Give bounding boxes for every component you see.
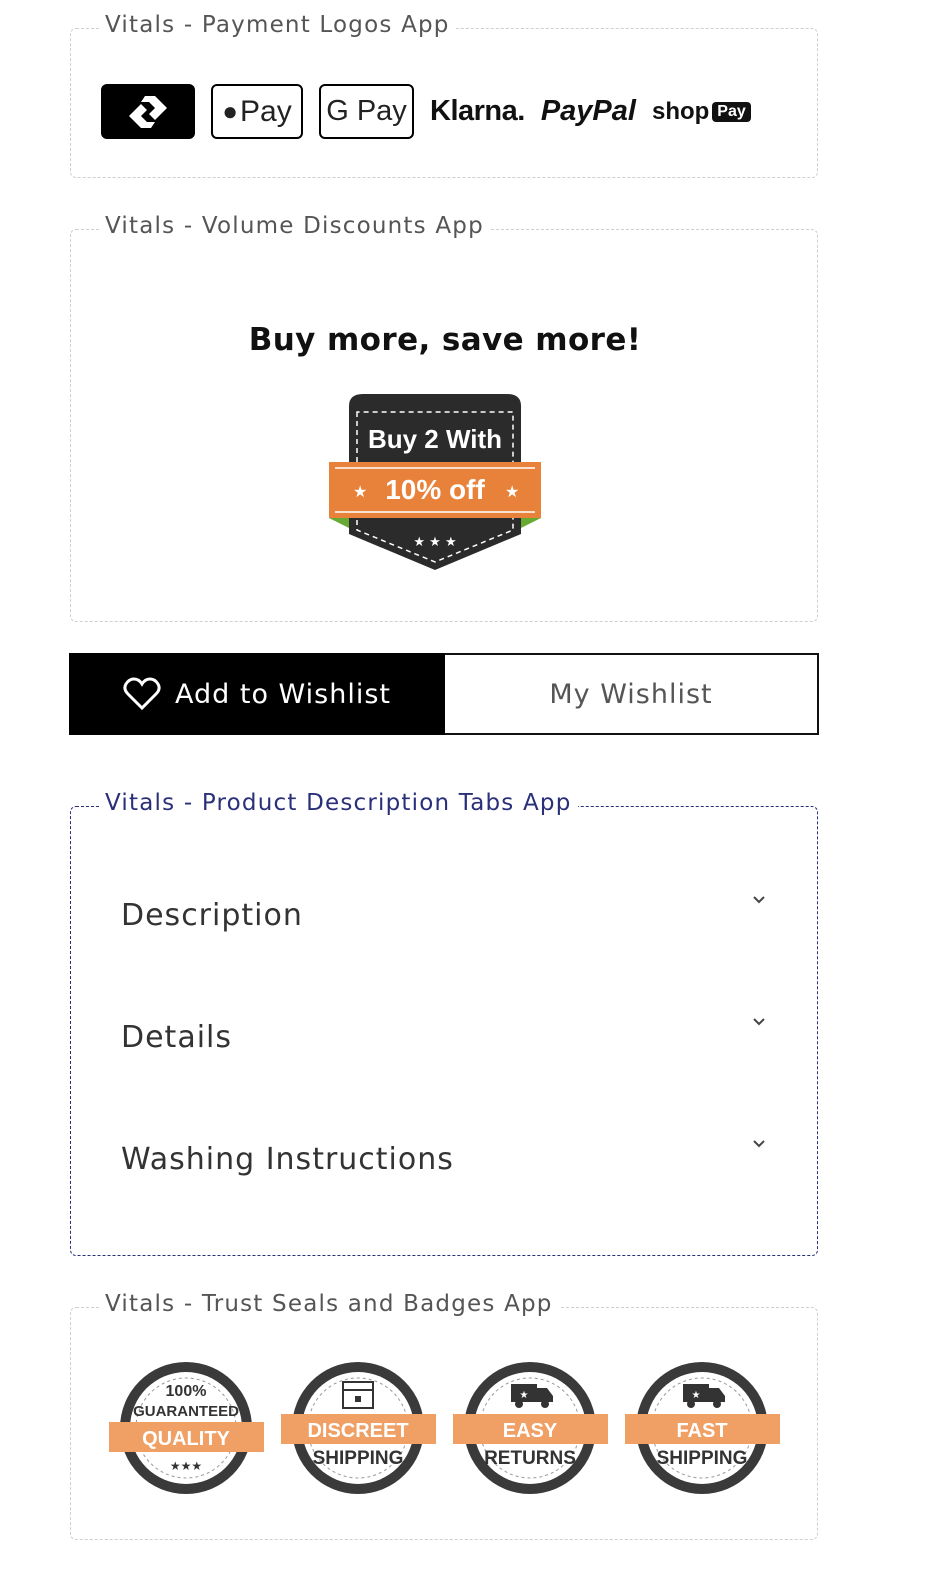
link-icon xyxy=(129,95,167,128)
svg-text:★: ★ xyxy=(692,1390,701,1401)
add-to-wishlist-button[interactable]: Add to Wishlist xyxy=(69,653,445,735)
shop-pay-badge: Pay xyxy=(712,101,751,122)
payment-logos-row: ● Pay G Pay Klarna. PayPal shop Pay xyxy=(101,84,751,139)
apple-icon: ● xyxy=(222,96,238,126)
seal-ribbon-text: FAST xyxy=(676,1420,727,1442)
shop-pay-logo: shop Pay xyxy=(652,98,751,126)
product-tabs-legend: Vitals - Product Description Tabs App xyxy=(99,790,578,816)
tab-washing-instructions[interactable]: Washing Instructions xyxy=(121,1129,769,1189)
fast-shipping-seal: ★ FAST SHIPPING xyxy=(625,1362,780,1494)
paypal-logo: PayPal xyxy=(540,95,636,127)
easy-returns-seal: ★ EASY RETURNS xyxy=(453,1362,608,1494)
tab-label: Description xyxy=(121,897,303,933)
product-description-tabs-section: Vitals - Product Description Tabs App De… xyxy=(70,790,818,1256)
klarna-logo: Klarna. xyxy=(430,95,525,127)
seal-ribbon-text: DISCREET xyxy=(307,1420,408,1442)
add-to-wishlist-label: Add to Wishlist xyxy=(175,678,391,710)
my-wishlist-button[interactable]: My Wishlist xyxy=(445,653,819,735)
tab-label: Washing Instructions xyxy=(121,1141,454,1177)
badge-star-right: ★ xyxy=(505,482,519,501)
seal-top-text: 100% xyxy=(166,1383,207,1400)
badge-star-left: ★ xyxy=(353,482,367,501)
seal-ribbon-text: EASY xyxy=(503,1420,558,1442)
link-pay-logo xyxy=(101,84,195,139)
tab-description[interactable]: Description xyxy=(121,885,769,945)
trust-seals-row: 100% GUARANTEED QUALITY ★★★ DISCREET SHI… xyxy=(109,1358,797,1498)
chevron-down-icon xyxy=(753,896,765,904)
seal-bottom-text: SHIPPING xyxy=(313,1448,404,1469)
google-pay-text: G Pay xyxy=(326,95,407,127)
discreet-shipping-seal: DISCREET SHIPPING xyxy=(281,1362,436,1494)
volume-headline: Buy more, save more! xyxy=(248,322,642,358)
chevron-down-icon xyxy=(753,1140,765,1148)
quality-guaranteed-seal: 100% GUARANTEED QUALITY ★★★ xyxy=(109,1362,264,1494)
tab-label: Details xyxy=(121,1019,233,1055)
badge-stars-bottom: ★ ★ ★ xyxy=(413,535,456,550)
my-wishlist-label: My Wishlist xyxy=(549,678,713,710)
badge-line1: Buy 2 With xyxy=(368,424,502,454)
seal-mid-text: GUARANTEED xyxy=(133,1403,239,1420)
badge-line2: 10% off xyxy=(385,474,485,505)
seal-ribbon-text: QUALITY xyxy=(142,1428,230,1450)
wishlist-buttons: Add to Wishlist My Wishlist xyxy=(69,653,819,735)
svg-text:★: ★ xyxy=(520,1390,529,1401)
shop-text: shop xyxy=(651,97,710,125)
google-pay-logo: G Pay xyxy=(319,84,414,139)
heart-icon xyxy=(123,677,161,711)
payment-logos-legend: Vitals - Payment Logos App xyxy=(99,12,456,38)
volume-discounts-section: Vitals - Volume Discounts App Buy more, … xyxy=(70,213,818,622)
apple-pay-text: Pay xyxy=(240,94,292,128)
seal-bottom-text: ★★★ xyxy=(170,1459,202,1473)
payment-logos-section: Vitals - Payment Logos App ● Pay G Pay K… xyxy=(70,12,818,178)
tab-details[interactable]: Details xyxy=(121,1007,769,1067)
chevron-down-icon xyxy=(753,1018,765,1026)
seal-bottom-text: RETURNS xyxy=(484,1448,576,1469)
trust-seals-legend: Vitals - Trust Seals and Badges App xyxy=(99,1291,559,1317)
apple-pay-logo: ● Pay xyxy=(211,84,303,139)
seal-bottom-text: SHIPPING xyxy=(657,1448,748,1469)
volume-discounts-legend: Vitals - Volume Discounts App xyxy=(99,213,490,239)
discount-badge: Buy 2 With 10% off ★ ★ ★ ★ ★ xyxy=(329,394,541,570)
trust-seals-section: Vitals - Trust Seals and Badges App 100%… xyxy=(70,1291,818,1540)
